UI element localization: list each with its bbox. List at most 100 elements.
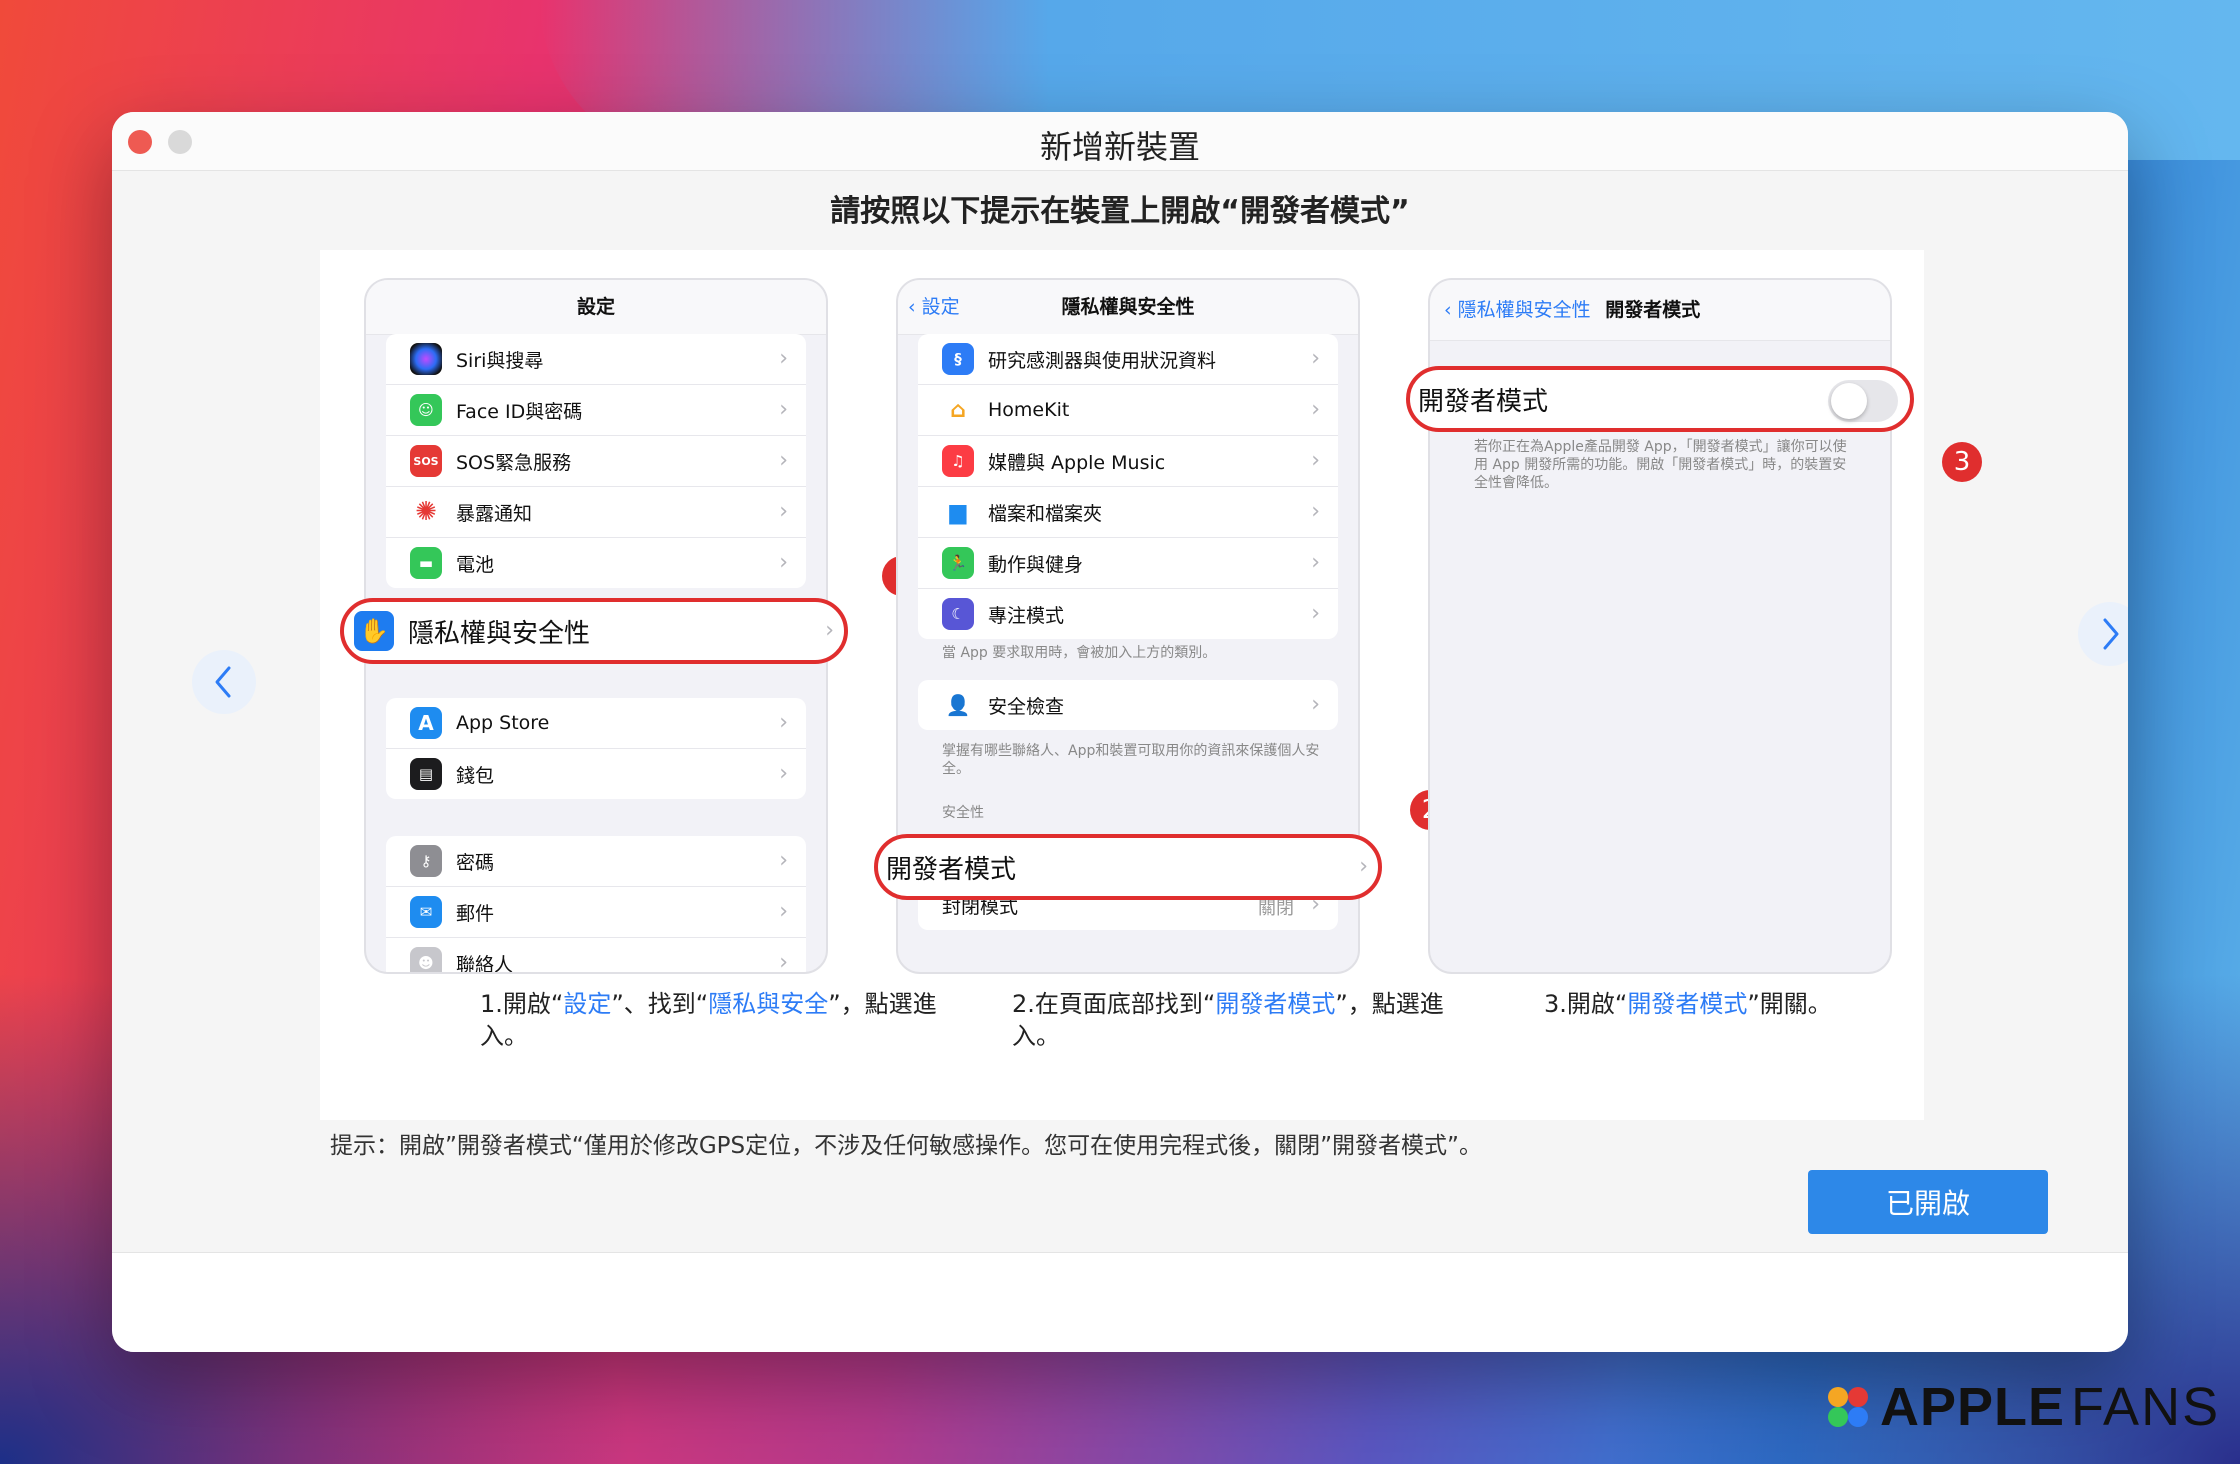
settings-row-battery[interactable]: ▬ 電池 ›	[386, 538, 806, 588]
chevron-right-icon: ›	[779, 848, 788, 873]
mail-icon: ✉	[410, 896, 442, 928]
privacy-row-focus[interactable]: ☾ 專注模式 ›	[918, 589, 1338, 639]
music-icon: ♫	[942, 445, 974, 477]
chevron-right-icon: ›	[1311, 499, 1320, 524]
row-label: Face ID與密碼	[456, 400, 583, 423]
title-bar: 新增新裝置	[112, 112, 2128, 171]
applefans-logo-icon	[1828, 1387, 1868, 1427]
chevron-right-icon: ›	[779, 710, 788, 735]
chevron-right-icon: ›	[779, 899, 788, 924]
settings-row-siri[interactable]: Siri與搜尋 ›	[386, 334, 806, 385]
step2-caption: 2.在頁面底部找到“開發者模式”，點選進入。	[1012, 988, 1482, 1052]
privacy-security-row-highlight[interactable]: ✋ 隱私權與安全性 ›	[340, 598, 848, 664]
category-note: 當 App 要求取用時，會被加入上方的類別。	[942, 645, 1217, 661]
watermark-fans: FANS	[2071, 1377, 2221, 1437]
chevron-right-icon: ›	[779, 499, 788, 524]
step-badge-3: 3	[1942, 442, 1982, 482]
research-icon: §	[942, 343, 974, 375]
settings-header: 設定	[366, 280, 826, 335]
settings-group-2: A App Store › ▤ 錢包 ›	[386, 698, 806, 799]
highlight-label: 開發者模式	[1418, 386, 1549, 417]
privacy-row-fitness[interactable]: 🏃 動作與健身 ›	[918, 538, 1338, 589]
row-label: 媒體與 Apple Music	[988, 451, 1166, 474]
row-label: 研究感測器與使用狀況資料	[988, 349, 1217, 372]
privacy-row-research[interactable]: § 研究感測器與使用狀況資料 ›	[918, 334, 1338, 385]
person-icon: 👤	[942, 689, 974, 721]
settings-row-face-id[interactable]: ☺ Face ID與密碼 ›	[386, 385, 806, 436]
chevron-right-icon: ›	[1311, 550, 1320, 575]
caption-highlight: 開發者模式	[1215, 990, 1336, 1018]
dialog-window: 新增新裝置 請按照以下提示在裝置上開啟“開發者模式” 設定 Siri與搜尋 › …	[112, 112, 2128, 1352]
folder-icon: ▆	[942, 496, 974, 528]
privacy-header: ‹ 設定 隱私權與安全性	[898, 280, 1358, 335]
back-button[interactable]: ‹ 設定	[908, 280, 960, 334]
developer-header: ‹ 隱私權與安全性 開發者模式	[1430, 280, 1890, 341]
highlight-label: 開發者模式	[886, 854, 1017, 885]
developer-title: 開發者模式	[1605, 299, 1701, 321]
previous-step-button[interactable]	[192, 650, 256, 714]
chevron-right-icon: ›	[779, 346, 788, 371]
siri-icon	[410, 343, 442, 375]
security-section-header: 安全性	[942, 805, 984, 821]
next-step-button[interactable]	[2078, 602, 2128, 666]
row-label: 暴露通知	[456, 502, 533, 525]
privacy-title: 隱私權與安全性	[1061, 296, 1195, 318]
row-label: 安全檢查	[988, 695, 1065, 718]
chevron-right-icon: ›	[779, 397, 788, 422]
app-store-icon: A	[410, 707, 442, 739]
step1-caption: 1.開啟“設定”、找到“隱私與安全”，點選進入。	[480, 988, 950, 1052]
back-label: 設定	[921, 296, 960, 318]
settings-row-passwords[interactable]: ⚷ 密碼 ›	[386, 836, 806, 887]
back-button[interactable]: ‹ 隱私權與安全性	[1444, 299, 1591, 321]
toggle-knob	[1831, 383, 1867, 419]
developer-mode-toggle-row: 開發者模式	[1406, 366, 1914, 432]
step3-caption: 3.開啟“開發者模式”開關。	[1544, 988, 2014, 1020]
settings-row-app-store[interactable]: A App Store ›	[386, 698, 806, 749]
chevron-right-icon: ›	[1311, 448, 1320, 473]
home-icon: ⌂	[942, 394, 974, 426]
privacy-row-files[interactable]: ▆ 檔案和檔案夾 ›	[918, 487, 1338, 538]
row-label: HomeKit	[988, 399, 1070, 421]
row-label: 動作與健身	[988, 553, 1084, 576]
developer-mode-toggle[interactable]	[1828, 380, 1898, 422]
contacts-icon: ☻	[410, 947, 442, 972]
key-icon: ⚷	[410, 845, 442, 877]
watermark-apple: APPLE	[1880, 1377, 2066, 1437]
caption-highlight: 隱私與安全	[708, 990, 829, 1018]
row-label: 錢包	[456, 764, 495, 787]
chevron-right-icon	[2103, 618, 2119, 650]
settings-row-exposure[interactable]: ✺ 暴露通知 ›	[386, 487, 806, 538]
privacy-group-1: § 研究感測器與使用狀況資料 › ⌂ HomeKit › ♫ 媒體與 Apple…	[918, 334, 1338, 639]
caption-text: ”開關。	[1747, 990, 1832, 1018]
caption-highlight: 開發者模式	[1627, 990, 1748, 1018]
row-label: SOS緊急服務	[456, 451, 572, 474]
privacy-row-homekit[interactable]: ⌂ HomeKit ›	[918, 385, 1338, 436]
wallet-icon: ▤	[410, 758, 442, 790]
safety-note: 掌握有哪些聯絡人、App和裝置可取用你的資訊來保護個人安全。	[942, 743, 1320, 777]
caption-text: 2.在頁面底部找到“	[1012, 990, 1216, 1018]
settings-row-mail[interactable]: ✉ 郵件 ›	[386, 887, 806, 938]
applefans-watermark: APPLE FANS	[1826, 1376, 2220, 1438]
row-label: App Store	[456, 712, 550, 734]
developer-mode-row-highlight[interactable]: 開發者模式 ›	[874, 834, 1382, 900]
chevron-right-icon: ›	[1311, 692, 1320, 717]
privacy-row-safety-check[interactable]: 👤 安全檢查 ›	[918, 680, 1338, 730]
row-label: 檔案和檔案夾	[988, 502, 1103, 525]
privacy-group-2: 👤 安全檢查 ›	[918, 680, 1338, 730]
caption-text: ”、找到“	[611, 990, 709, 1018]
highlight-label: 隱私權與安全性	[408, 618, 591, 649]
chevron-right-icon: ›	[779, 950, 788, 974]
tip-text: 提示：開啟”開發者模式“僅用於修改GPS定位，不涉及任何敏感操作。您可在使用完程…	[330, 1133, 1482, 1159]
dialog-footer	[112, 1252, 2128, 1352]
settings-group-3: ⚷ 密碼 › ✉ 郵件 › ☻ 聯絡人 ›	[386, 836, 806, 974]
row-label: 電池	[456, 553, 495, 576]
settings-row-sos[interactable]: SOS SOS緊急服務 ›	[386, 436, 806, 487]
caption-text: 3.開啟“	[1544, 990, 1628, 1018]
privacy-row-media[interactable]: ♫ 媒體與 Apple Music ›	[918, 436, 1338, 487]
settings-row-contacts[interactable]: ☻ 聯絡人 ›	[386, 938, 806, 974]
settings-row-wallet[interactable]: ▤ 錢包 ›	[386, 749, 806, 799]
caption-text: 1.開啟“	[480, 990, 564, 1018]
exposure-icon: ✺	[410, 496, 442, 528]
enabled-confirm-button[interactable]: 已開啟	[1808, 1170, 2048, 1234]
instruction-heading: 請按照以下提示在裝置上開啟“開發者模式”	[830, 194, 1410, 229]
